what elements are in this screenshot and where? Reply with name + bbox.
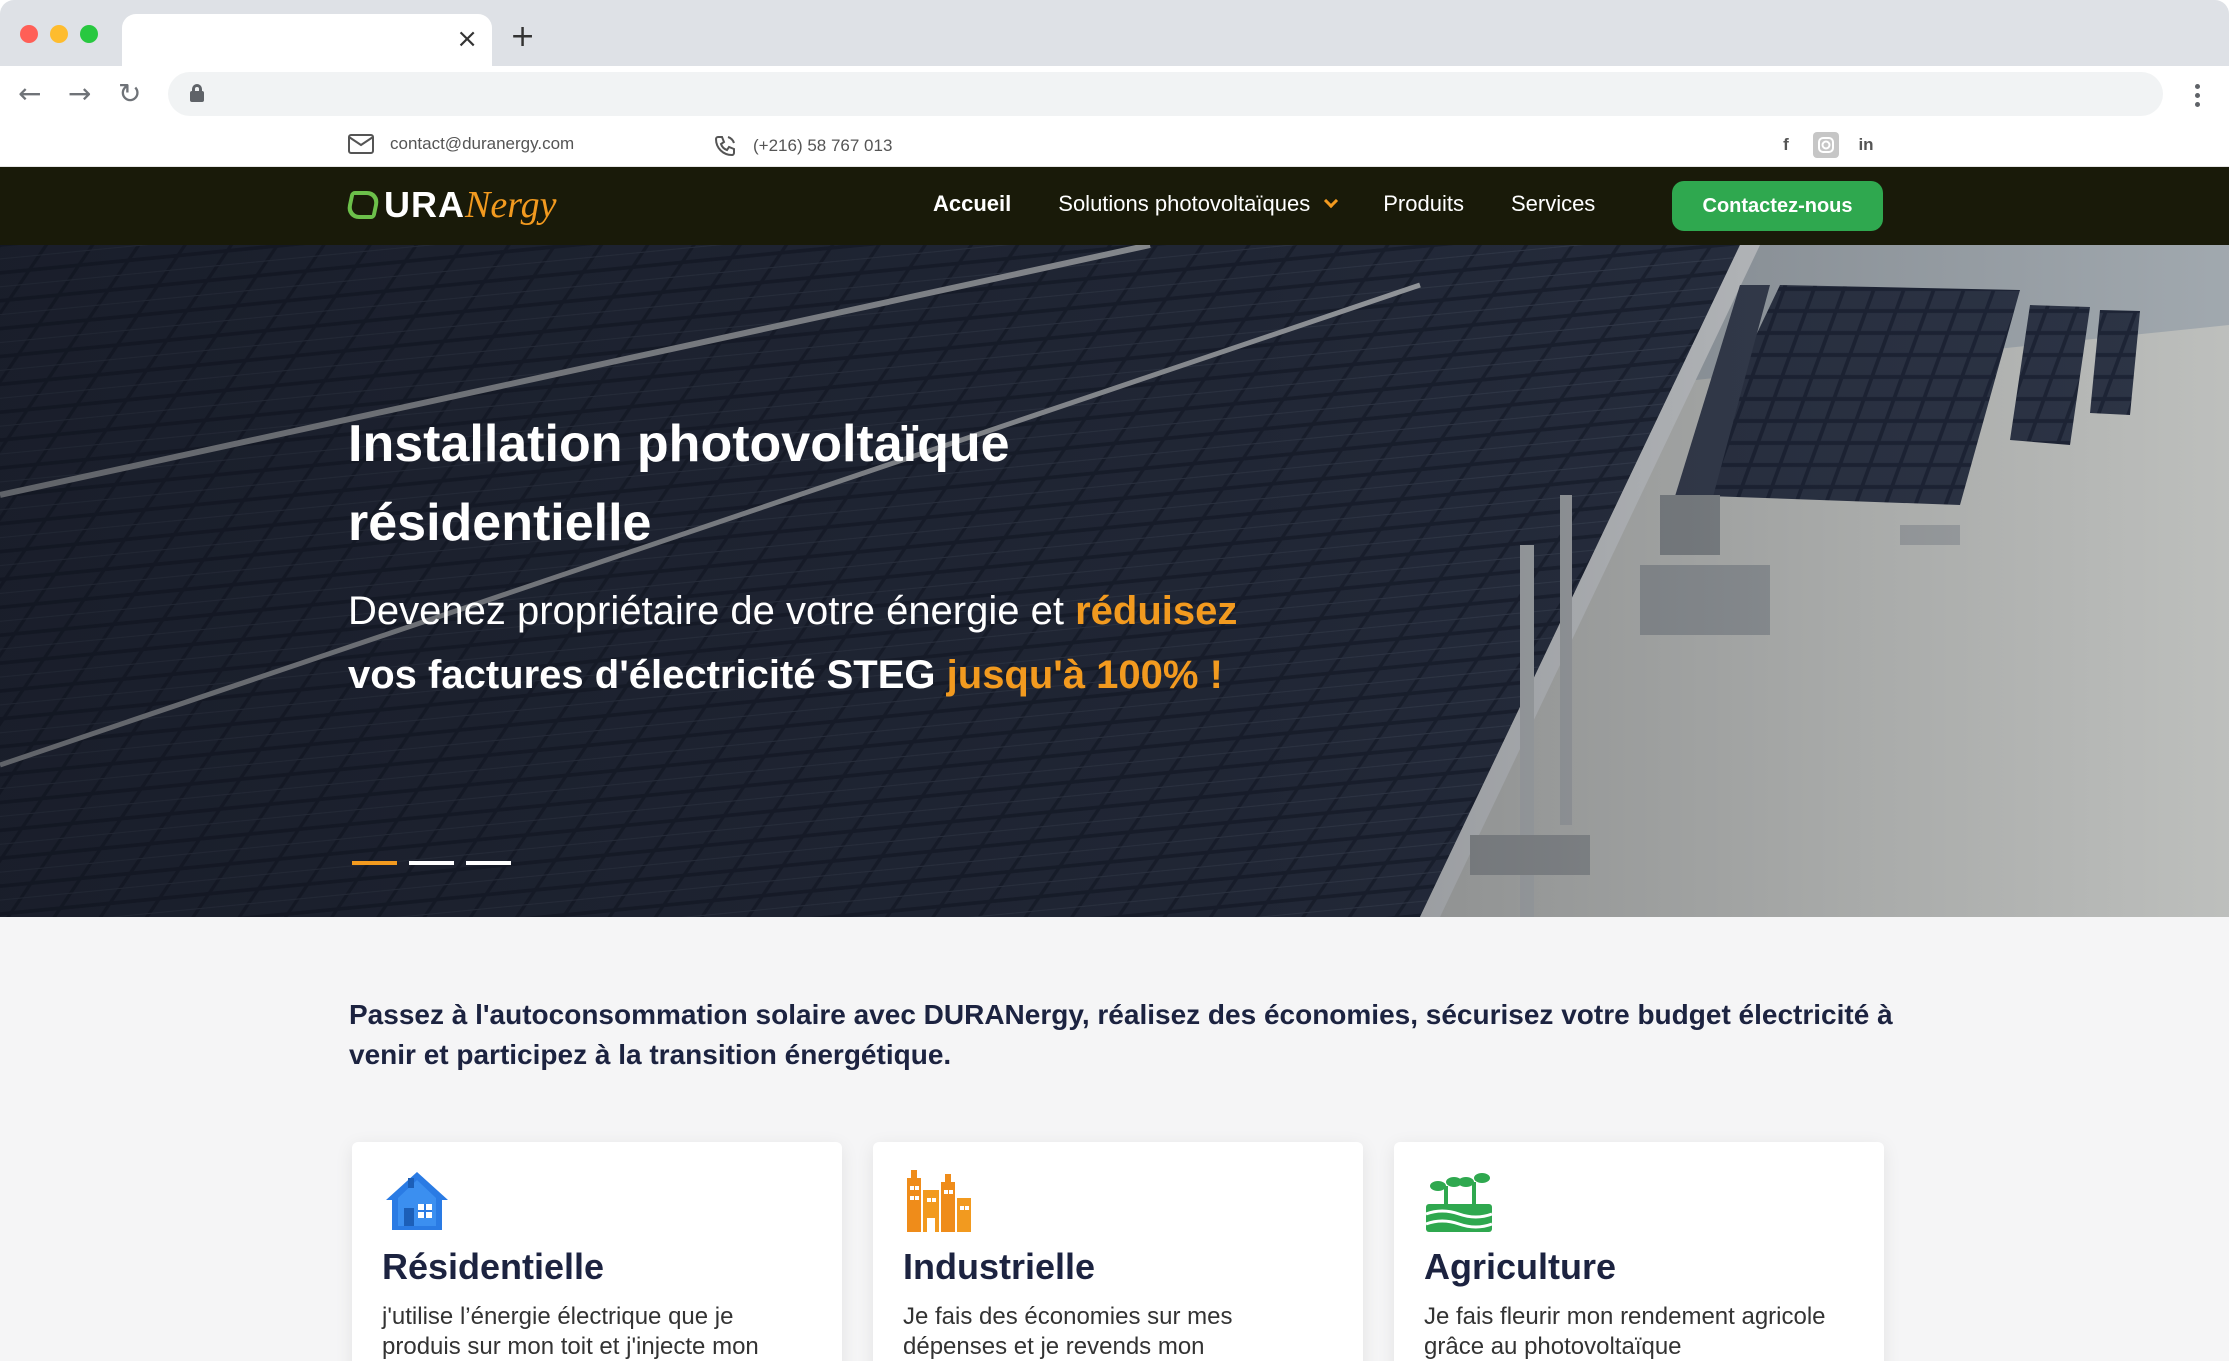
leaf-logo-icon: [345, 191, 381, 219]
logo-text-nergy: Nergy: [465, 184, 557, 226]
close-window-button[interactable]: [20, 25, 38, 43]
hero-title-line1: Installation photovoltaïque: [348, 415, 1010, 473]
slider-dot-2[interactable]: [409, 861, 454, 865]
email-text: contact@duranergy.com: [390, 134, 575, 153]
hero-sub-part1: Devenez propriétaire de votre énergie et: [348, 589, 1076, 633]
lock-icon: [190, 84, 204, 102]
reload-button[interactable]: ↻: [118, 76, 141, 112]
card-title: Agriculture: [1424, 1246, 1617, 1287]
card-industrielle[interactable]: Industrielle Je fais des économies sur m…: [873, 1142, 1363, 1361]
mail-icon: [348, 134, 374, 154]
nav-item-solutions[interactable]: Solutions photovoltaïques: [1058, 191, 1339, 217]
card-title: Résidentielle: [382, 1246, 605, 1287]
card-residentielle[interactable]: Résidentielle j'utilise l’énergie électr…: [352, 1142, 842, 1361]
contact-email[interactable]: contact@duranergy.com: [348, 134, 574, 154]
intro-text: Passez à l'autoconsommation solaire avec…: [349, 999, 1893, 1070]
browser-chrome: × + ← → ↻: [0, 0, 2229, 124]
linkedin-icon[interactable]: in: [1853, 132, 1879, 158]
nav-item-produits[interactable]: Produits: [1383, 191, 1464, 217]
maximize-window-button[interactable]: [80, 25, 98, 43]
card-text: Je fais fleurir mon rendement agricole g…: [1424, 1303, 1826, 1360]
chevron-down-icon: [1324, 193, 1339, 209]
plant-icon: [1424, 1168, 1494, 1234]
main-navigation: URA Nergy Accueil Solutions photovoltaïq…: [0, 167, 2229, 245]
card-text: j'utilise l’énergie électrique que je pr…: [382, 1303, 759, 1360]
hero-sub-part2: vos factures d'électricité STEG: [348, 653, 947, 697]
factory-icon: [903, 1168, 973, 1234]
browser-menu-icon[interactable]: [2195, 84, 2201, 111]
nav-item-solutions-label: Solutions photovoltaïques: [1058, 191, 1311, 216]
hero-title-line2: résidentielle: [348, 494, 652, 552]
nav-item-accueil[interactable]: Accueil: [933, 191, 1011, 217]
tab-close-icon[interactable]: ×: [456, 24, 478, 54]
hero-title: Installation photovoltaïque résidentiell…: [348, 405, 1448, 563]
logo[interactable]: URA Nergy: [345, 181, 557, 229]
minimize-window-button[interactable]: [50, 25, 68, 43]
browser-toolbar: ← → ↻: [0, 66, 2229, 124]
social-links: f in: [1773, 132, 1879, 158]
contact-phone[interactable]: (+216) 58 767 013: [713, 134, 892, 158]
contact-bar: contact@duranergy.com (+216) 58 767 013 …: [0, 124, 2229, 167]
phone-icon: [714, 136, 735, 157]
hero-sub-highlight2: jusqu'à 100% !: [946, 653, 1223, 697]
contact-button[interactable]: Contactez-nous: [1672, 181, 1883, 231]
facebook-icon[interactable]: f: [1773, 132, 1799, 158]
browser-tab[interactable]: ×: [122, 14, 492, 66]
solutions-cards: Résidentielle j'utilise l’énergie électr…: [352, 1142, 1884, 1361]
phone-text: (+216) 58 767 013: [753, 136, 893, 155]
new-tab-button[interactable]: +: [510, 20, 535, 54]
house-icon: [382, 1168, 452, 1234]
hero-sub-highlight1: réduisez: [1075, 589, 1238, 633]
hero-content: Installation photovoltaïque résidentiell…: [348, 405, 1448, 707]
instagram-icon[interactable]: [1813, 132, 1839, 158]
nav-menu: Accueil Solutions photovoltaïques Produi…: [933, 191, 1642, 217]
content-section: Passez à l'autoconsommation solaire avec…: [0, 917, 2229, 1361]
hero-slider: Installation photovoltaïque résidentiell…: [0, 245, 2229, 917]
slider-dots: [352, 861, 511, 865]
logo-text-dura: URA: [384, 184, 465, 225]
hero-subtitle: Devenez propriétaire de votre énergie et…: [348, 579, 1448, 707]
forward-button[interactable]: →: [68, 76, 91, 112]
card-agriculture[interactable]: Agriculture Je fais fleurir mon rendemen…: [1394, 1142, 1884, 1361]
nav-item-services[interactable]: Services: [1511, 191, 1595, 217]
card-text: Je fais des économies sur mes dépenses e…: [903, 1303, 1233, 1360]
back-button[interactable]: ←: [18, 76, 41, 112]
address-bar[interactable]: [168, 72, 2163, 116]
slider-dot-1[interactable]: [352, 861, 397, 865]
card-title: Industrielle: [903, 1246, 1096, 1287]
slider-dot-3[interactable]: [466, 861, 511, 865]
